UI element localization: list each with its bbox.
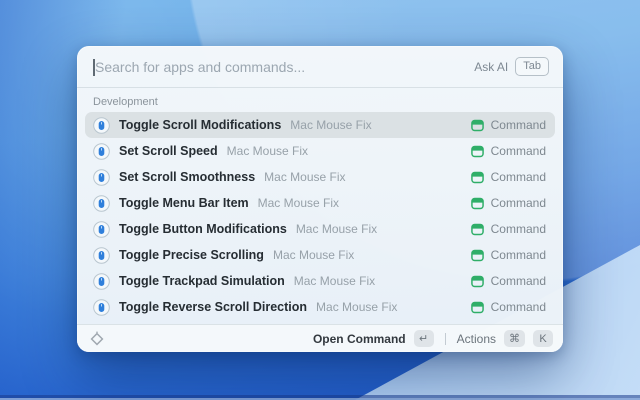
item-type-label: Command xyxy=(491,222,546,236)
item-subtitle: Mac Mouse Fix xyxy=(290,118,371,132)
command-window-icon xyxy=(471,197,484,210)
item-subtitle: Mac Mouse Fix xyxy=(296,222,377,236)
list-item[interactable]: Toggle Precise Scrolling Mac Mouse Fix C… xyxy=(85,242,555,268)
command-window-icon xyxy=(471,171,484,184)
item-title: Toggle Menu Bar Item xyxy=(119,196,249,210)
ask-ai-label: Ask AI xyxy=(474,60,508,74)
mac-mouse-fix-app-icon xyxy=(93,221,110,238)
actions-button[interactable]: Actions xyxy=(457,332,496,346)
list-item[interactable]: Toggle Scroll Modifications Mac Mouse Fi… xyxy=(85,112,555,138)
item-type-label: Command xyxy=(491,196,546,210)
footer-bar: Open Command ↵ Actions ⌘ K xyxy=(77,324,563,352)
mac-mouse-fix-app-icon xyxy=(93,247,110,264)
command-window-icon xyxy=(471,145,484,158)
item-subtitle: Mac Mouse Fix xyxy=(227,144,308,158)
item-accessory: Command xyxy=(471,274,546,288)
item-title: Set Scroll Smoothness xyxy=(119,170,255,184)
k-key-badge: K xyxy=(533,330,553,347)
item-subtitle: Mac Mouse Fix xyxy=(258,196,339,210)
item-title: Toggle Scroll Modifications xyxy=(119,118,281,132)
command-window-icon xyxy=(471,301,484,314)
item-accessory: Command xyxy=(471,118,546,132)
list-item[interactable]: Set Scroll Smoothness Mac Mouse Fix Comm… xyxy=(85,164,555,190)
item-title: Toggle Trackpad Simulation xyxy=(119,274,285,288)
item-type-label: Command xyxy=(491,300,546,314)
item-title: Set Scroll Speed xyxy=(119,144,218,158)
item-subtitle: Mac Mouse Fix xyxy=(264,170,345,184)
search-bar: Ask AI Tab xyxy=(77,46,563,88)
mac-mouse-fix-app-icon xyxy=(93,169,110,186)
results-list: Development Toggle Scroll Modifications … xyxy=(77,88,563,324)
item-type-label: Command xyxy=(491,170,546,184)
command-window-icon xyxy=(471,119,484,132)
mac-mouse-fix-app-icon xyxy=(93,299,110,316)
item-accessory: Command xyxy=(471,300,546,314)
footer-divider xyxy=(445,333,446,345)
item-type-label: Command xyxy=(491,118,546,132)
item-title: Toggle Reverse Scroll Direction xyxy=(119,300,307,314)
footer-actions-group: Open Command ↵ Actions ⌘ K xyxy=(313,330,553,347)
item-type-label: Command xyxy=(491,248,546,262)
list-item[interactable]: Toggle Reverse Scroll Direction Mac Mous… xyxy=(85,294,555,320)
item-subtitle: Mac Mouse Fix xyxy=(316,300,397,314)
item-title: Toggle Button Modifications xyxy=(119,222,287,236)
mac-mouse-fix-app-icon xyxy=(93,273,110,290)
list-item[interactable]: Toggle Button Modifications Mac Mouse Fi… xyxy=(85,216,555,242)
tab-key-badge: Tab xyxy=(515,57,549,75)
list-item[interactable]: Toggle Menu Bar Item Mac Mouse Fix Comma… xyxy=(85,190,555,216)
mac-mouse-fix-app-icon xyxy=(93,195,110,212)
item-type-label: Command xyxy=(491,274,546,288)
mac-mouse-fix-app-icon xyxy=(93,143,110,160)
item-subtitle: Mac Mouse Fix xyxy=(294,274,375,288)
launcher-window: Ask AI Tab Development Toggle Scroll Mod… xyxy=(77,46,563,352)
item-accessory: Command xyxy=(471,196,546,210)
raycast-logo-icon xyxy=(89,331,105,347)
open-command-button[interactable]: Open Command xyxy=(313,332,406,346)
item-accessory: Command xyxy=(471,248,546,262)
command-window-icon xyxy=(471,275,484,288)
item-accessory: Command xyxy=(471,144,546,158)
item-title: Toggle Precise Scrolling xyxy=(119,248,264,262)
cmd-key-badge: ⌘ xyxy=(504,330,525,347)
return-key-badge: ↵ xyxy=(414,330,434,347)
command-window-icon xyxy=(471,223,484,236)
item-accessory: Command xyxy=(471,170,546,184)
list-item[interactable]: Set Scroll Speed Mac Mouse Fix Command xyxy=(85,138,555,164)
command-list: Toggle Scroll Modifications Mac Mouse Fi… xyxy=(85,112,555,320)
list-item[interactable]: Toggle Trackpad Simulation Mac Mouse Fix… xyxy=(85,268,555,294)
section-label-development: Development xyxy=(85,88,555,112)
search-input[interactable] xyxy=(93,59,474,75)
command-window-icon xyxy=(471,249,484,262)
text-caret xyxy=(93,59,95,76)
mac-mouse-fix-app-icon xyxy=(93,117,110,134)
item-accessory: Command xyxy=(471,222,546,236)
item-subtitle: Mac Mouse Fix xyxy=(273,248,354,262)
ask-ai-button[interactable]: Ask AI Tab xyxy=(474,57,549,75)
item-type-label: Command xyxy=(491,144,546,158)
